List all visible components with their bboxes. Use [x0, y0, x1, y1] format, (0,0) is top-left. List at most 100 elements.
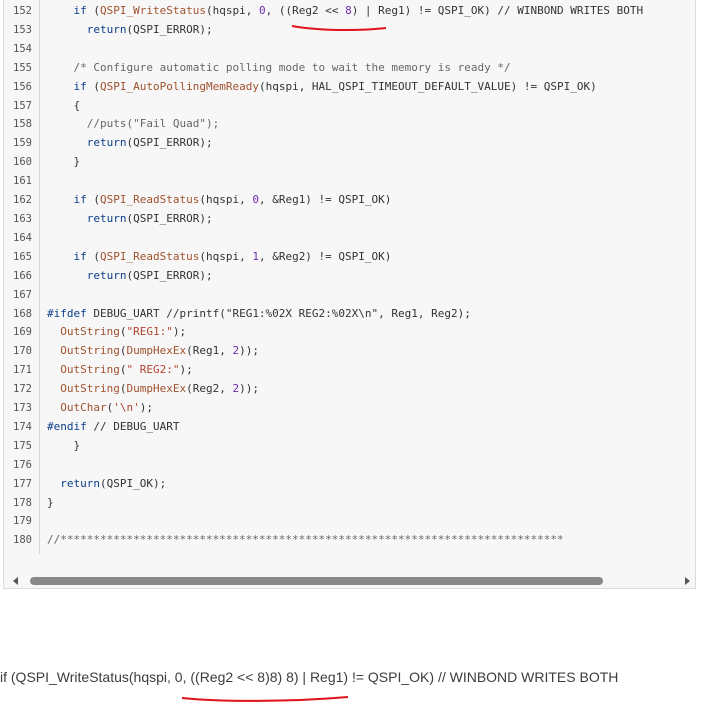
code-text: }: [47, 437, 80, 456]
line-number: 169: [13, 326, 32, 339]
code-token: return: [86, 22, 127, 36]
code-token: if: [73, 79, 87, 93]
line-number: 156: [13, 80, 32, 93]
code-text: #ifdef DEBUG_UART //printf("REG1:%02X RE…: [47, 305, 471, 324]
code-text: return(QSPI_ERROR);: [47, 267, 213, 286]
code-token: (hqspi,: [199, 249, 253, 263]
code-text: if (QSPI_ReadStatus(hqspi, 1, &Reg2) != …: [47, 248, 392, 267]
line-number: 154: [13, 42, 32, 55]
code-token: );: [179, 363, 193, 377]
code-line: 158 //puts("Fail Quad");: [4, 115, 697, 134]
code-token: /* Configure automatic polling mode to w…: [73, 60, 511, 74]
code-token: return: [86, 211, 127, 225]
code-line: 161: [4, 172, 697, 191]
code-token: QSPI_AutoPollingMemReady: [100, 79, 259, 93]
code-token: #ifdef: [47, 306, 87, 320]
line-number: 175: [13, 439, 32, 452]
code-line: 152 if (QSPI_WriteStatus(hqspi, 0, ((Reg…: [4, 2, 697, 21]
code-text: return(QSPI_ERROR);: [47, 134, 213, 153]
code-token: , ((Reg2 <<: [265, 4, 346, 17]
code-line: 180 //***********************************…: [4, 531, 697, 550]
code-token: OutString: [60, 325, 120, 339]
code-token: OutString: [60, 382, 120, 396]
code-token: DumpHexEx: [126, 344, 187, 358]
code-token: if: [73, 249, 87, 263]
quoted-code-line: if (QSPI_WriteStatus(hqspi, 0, ((Reg2 <<…: [0, 669, 619, 685]
code-token: " REG2:": [126, 363, 180, 377]
code-token: (: [86, 79, 100, 93]
code-token: (QSPI_ERROR);: [126, 268, 213, 282]
line-number: 153: [13, 23, 32, 36]
code-token: if: [73, 193, 87, 207]
code-text: #endif // DEBUG_UART: [47, 418, 179, 437]
scroll-right-arrow-icon[interactable]: [685, 577, 690, 585]
code-line: 172 OutString(DumpHexEx(Reg2, 2));: [4, 380, 697, 399]
horizontal-scrollbar[interactable]: [8, 574, 698, 588]
code-text: OutString(DumpHexEx(Reg2, 2));: [47, 380, 259, 399]
code-text: /* Configure automatic polling mode to w…: [47, 59, 511, 78]
scrollbar-thumb[interactable]: [30, 577, 603, 585]
quoted-red-underline: [181, 696, 349, 702]
code-token: ) | Reg1) != QSPI_OK) // WINBOND WRITES …: [351, 4, 644, 17]
code-token: , &Reg2) != QSPI_OK): [258, 249, 392, 263]
code-token: ));: [239, 344, 259, 358]
line-number: 172: [13, 383, 32, 396]
code-line: 154: [4, 40, 697, 59]
code-token: }: [47, 495, 54, 509]
code-token: if: [73, 4, 87, 17]
code-token: (QSPI_OK);: [100, 476, 167, 490]
code-text: return(QSPI_ERROR);: [47, 210, 213, 229]
code-token: '\n': [113, 401, 140, 415]
code-token: }: [47, 438, 81, 452]
code-line: 162 if (QSPI_ReadStatus(hqspi, 0, &Reg1)…: [4, 191, 697, 210]
code-line: 170 OutString(DumpHexEx(Reg1, 2));: [4, 342, 697, 361]
code-line: 169 OutString("REG1:");: [4, 323, 697, 342]
code-token: OutChar: [60, 401, 107, 415]
code-token: //**************************************…: [47, 533, 564, 547]
code-line: 163 return(QSPI_ERROR);: [4, 210, 697, 229]
line-number: 159: [13, 137, 32, 150]
code-token: (QSPI_ERROR);: [126, 22, 213, 36]
code-token: (QSPI_ERROR);: [126, 211, 213, 225]
code-token: DEBUG_UART //printf("REG1:%02X REG2:%02X…: [86, 306, 471, 320]
code-text: return(QSPI_ERROR);: [47, 21, 213, 40]
line-number: 174: [13, 420, 32, 433]
line-number: 163: [13, 212, 32, 225]
code-line: 156 if (QSPI_AutoPollingMemReady(hqspi, …: [4, 78, 697, 97]
code-token: (hqspi, HAL_QSPI_TIMEOUT_DEFAULT_VALUE) …: [258, 79, 597, 93]
code-text: if (QSPI_AutoPollingMemReady(hqspi, HAL_…: [47, 78, 597, 97]
code-token: //puts("Fail Quad");: [47, 117, 220, 131]
code-text: }: [47, 153, 80, 172]
code-token: return: [60, 476, 100, 490]
line-number: 160: [13, 156, 32, 169]
code-token: #endif: [47, 419, 87, 433]
scroll-left-arrow-icon[interactable]: [13, 577, 18, 585]
code-token: (Reg1,: [186, 344, 233, 358]
code-text: //**************************************…: [47, 531, 564, 550]
code-red-underline: [291, 25, 387, 32]
code-text: {: [47, 97, 80, 116]
line-number: 177: [13, 477, 32, 490]
code-text: if (QSPI_ReadStatus(hqspi, 0, &Reg1) != …: [47, 191, 392, 210]
line-number: 173: [13, 402, 32, 415]
code-line: 167: [4, 286, 697, 305]
code-text: OutString(" REG2:");: [47, 361, 193, 380]
line-number: 171: [13, 364, 32, 377]
line-number: 180: [13, 534, 32, 547]
code-line: 166 return(QSPI_ERROR);: [4, 267, 697, 286]
line-number: 179: [13, 515, 32, 528]
code-token: (hqspi,: [205, 4, 259, 17]
code-token: return: [86, 136, 127, 150]
code-text: OutString("REG1:");: [47, 323, 186, 342]
code-line: 159 return(QSPI_ERROR);: [4, 134, 697, 153]
line-number: 162: [13, 194, 32, 207]
code-text: OutChar('\n');: [47, 399, 153, 418]
line-number: 155: [13, 61, 32, 74]
